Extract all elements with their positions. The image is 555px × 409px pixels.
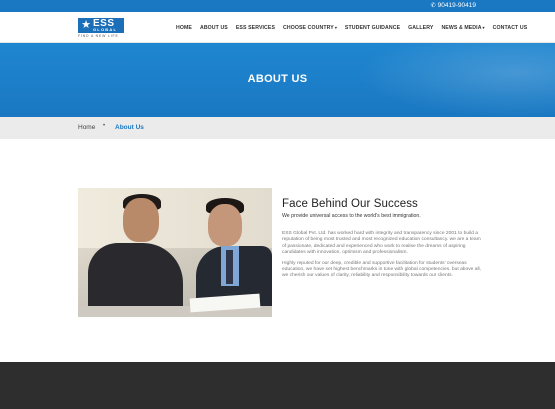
breadcrumb-current: About Us	[115, 124, 144, 131]
about-paragraph-2: Highly reputed for our deep, credible an…	[282, 260, 482, 279]
nav-item-home[interactable]: HOME	[176, 25, 192, 31]
section-heading: Face Behind Our Success	[282, 198, 418, 210]
logo-tagline: FIND A NEW LIFE	[78, 34, 119, 38]
breadcrumb-separator: •	[103, 123, 106, 129]
site-footer	[0, 362, 555, 409]
about-paragraph-1: ESS Global Pvt. Ltd. has worked hard wit…	[282, 231, 481, 256]
chevron-down-icon: ▾	[482, 25, 485, 30]
chevron-down-icon: ▾	[334, 25, 337, 30]
phone-icon: ✆	[430, 3, 436, 9]
nav-item-gallery[interactable]: GALLERY	[408, 25, 433, 31]
nav-item-ess-services[interactable]: ESS SERVICES	[236, 25, 275, 31]
section-subheading: We provide universal access to the world…	[282, 213, 421, 219]
page-title: ABOUT US	[247, 73, 308, 85]
nav-item-contact-us[interactable]: CONTACT US	[493, 25, 528, 31]
star-icon: ★	[81, 19, 91, 31]
breadcrumb-home[interactable]: Home	[78, 124, 95, 131]
main-nav: HOME ABOUT US ESS SERVICES CHOOSE COUNTR…	[176, 25, 527, 31]
nav-item-about-us[interactable]: ABOUT US	[200, 25, 228, 31]
header-phone[interactable]: ✆ 90419-90419	[431, 1, 476, 11]
page-banner: ABOUT US	[0, 43, 555, 117]
phone-number: 90419-90419	[437, 2, 476, 9]
nav-item-choose-country[interactable]: CHOOSE COUNTRY▾	[283, 25, 337, 31]
about-content: Face Behind Our Success We provide unive…	[282, 197, 482, 280]
breadcrumb: Home • About Us	[0, 117, 555, 139]
nav-item-student-guidance[interactable]: STUDENT GUIDANCE	[345, 25, 400, 31]
nav-item-news-media[interactable]: NEWS & MEDIA▾	[441, 25, 484, 31]
team-photo	[78, 188, 272, 317]
site-logo[interactable]: ★ ESS GLOBAL FIND A NEW LIFE	[78, 18, 124, 39]
site-header: ★ ESS GLOBAL FIND A NEW LIFE HOME ABOUT …	[0, 12, 555, 43]
top-bar: ✆ 90419-90419	[0, 0, 555, 12]
logo-sub: GLOBAL	[93, 27, 118, 32]
